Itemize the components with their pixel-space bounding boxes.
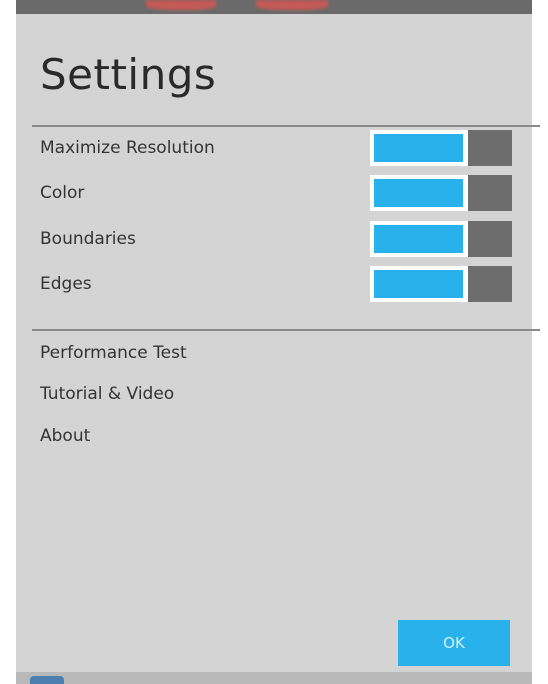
toggle-label-color: Color [40, 183, 85, 203]
section-divider [32, 329, 540, 331]
edges-toggle[interactable] [370, 266, 512, 302]
toggle-label-edges: Edges [40, 274, 92, 294]
background-graphic-left [146, 0, 216, 10]
toggle-label-boundaries: Boundaries [40, 229, 136, 249]
settings-panel: Settings Maximize Resolution Color Bound… [16, 14, 540, 684]
menu-item-tutorial-video[interactable]: Tutorial & Video [40, 384, 174, 404]
boundaries-toggle[interactable] [370, 221, 512, 257]
color-toggle[interactable] [370, 175, 512, 211]
toggle-thumb [468, 175, 512, 211]
toggle-fill [374, 134, 463, 162]
toggle-label-maximize-resolution: Maximize Resolution [40, 138, 215, 158]
maximize-resolution-toggle[interactable] [370, 130, 512, 166]
toggle-thumb [468, 266, 512, 302]
toggle-fill [374, 179, 463, 207]
toggle-fill [374, 270, 463, 298]
toggle-thumb [468, 221, 512, 257]
menu-item-about[interactable]: About [40, 426, 90, 446]
menu-item-performance-test[interactable]: Performance Test [40, 343, 187, 363]
title-divider [32, 125, 540, 127]
toggle-fill [374, 225, 463, 253]
page-title: Settings [40, 50, 217, 99]
bottom-handle [30, 676, 64, 684]
panel-bottom-edge [16, 672, 532, 684]
background-graphic-right [256, 0, 328, 10]
ok-button[interactable]: OK [398, 620, 510, 666]
toggle-thumb [468, 130, 512, 166]
